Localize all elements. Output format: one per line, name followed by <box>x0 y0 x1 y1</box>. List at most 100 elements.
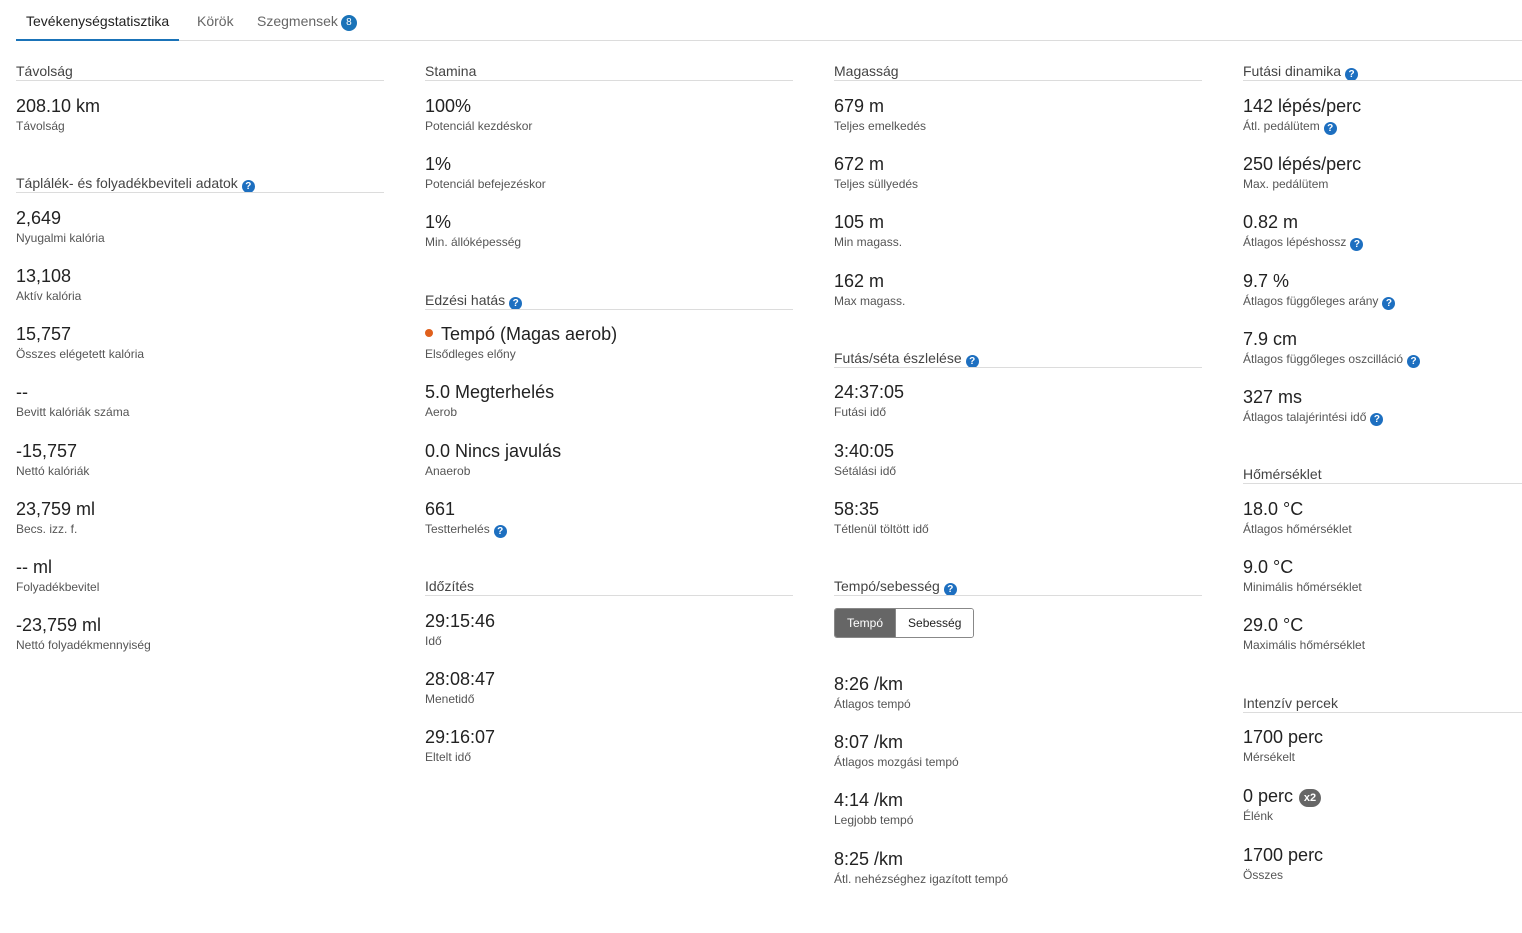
section-title-text: Táplálék- és folyadékbeviteli adatok <box>16 175 238 191</box>
stat-label: Átlagos hőmérséklet <box>1243 522 1352 536</box>
stat-label: Átl. nehézséghez igazított tempó <box>834 872 1009 886</box>
stat-primary-benefit: Tempó (Magas aerob) Elsődleges előny <box>425 323 617 362</box>
stat-value: 0 perc x2 <box>1243 785 1322 807</box>
stat-total-ascent: 679 m Teljes emelkedés <box>834 95 926 134</box>
stat-label: Min magass. <box>834 235 903 249</box>
section-divider <box>1243 80 1522 81</box>
stat-avg-pace: 8:26 /km Átlagos tempó <box>834 673 911 712</box>
stat-label: Testterhelés? <box>425 521 507 538</box>
stat-value: 142 lépés/perc <box>1243 96 1362 116</box>
stat-moving-time: 28:08:47 Menetidő <box>425 668 495 707</box>
pace-toggle-button[interactable]: Tempó <box>835 609 896 637</box>
stat-value: 0.82 m <box>1243 212 1299 232</box>
section-title-elevation: Magasság <box>834 63 899 79</box>
stat-label-text: Átlagos függőleges oszcilláció <box>1243 352 1404 366</box>
stat-value: 18.0 °C <box>1243 499 1304 519</box>
stat-label: Teljes süllyedés <box>834 177 919 191</box>
pace-speed-toggle: Tempó Sebesség <box>834 608 975 638</box>
stat-vigorous-minutes: 0 perc x2 Élénk <box>1243 785 1322 824</box>
stat-value: Tempó (Magas aerob) <box>425 323 617 345</box>
help-icon[interactable]: ? <box>1382 297 1396 310</box>
stat-time: 29:15:46 Idő <box>425 610 495 649</box>
stat-value: 58:35 <box>834 499 880 519</box>
section-title-text: Futás/séta észlelése <box>834 350 962 366</box>
section-divider <box>834 80 1202 81</box>
stat-avg-vertical-oscillation: 7.9 cm Átlagos függőleges oszcilláció? <box>1243 328 1421 368</box>
stat-label: Nyugalmi kalória <box>16 231 105 245</box>
stat-value: 100% <box>425 96 472 116</box>
help-icon[interactable]: ? <box>1370 413 1384 426</box>
stat-label: Aerob <box>425 405 458 419</box>
section-title-training-effect: Edzési hatás? <box>425 292 523 310</box>
tab-segments[interactable]: Szegmensek 8 <box>257 13 357 40</box>
stat-best-pace: 4:14 /km Legjobb tempó <box>834 789 913 828</box>
stat-max-temperature: 29.0 °C Maximális hőmérséklet <box>1243 614 1365 653</box>
stat-value: 5.0 Megterhelés <box>425 382 555 402</box>
stat-value: 13,108 <box>16 266 72 286</box>
stat-label: Becs. izz. f. <box>16 522 78 536</box>
stat-value: -- <box>16 382 28 402</box>
stat-total-minutes: 1700 perc Összes <box>1243 844 1323 883</box>
stat-value: 162 m <box>834 271 885 291</box>
stat-stamina-start: 100% Potenciál kezdéskor <box>425 95 532 134</box>
stat-value: 1% <box>425 154 452 174</box>
section-title-timing: Időzítés <box>425 578 475 594</box>
section-divider <box>834 367 1202 368</box>
stat-net-calories: -15,757 Nettó kalóriák <box>16 440 89 479</box>
training-benefit-dot-icon <box>425 329 433 337</box>
stat-training-load: 661 Testterhelés? <box>425 498 507 538</box>
stat-est-sweat-loss: 23,759 ml Becs. izz. f. <box>16 498 95 537</box>
stat-avg-temperature: 18.0 °C Átlagos hőmérséklet <box>1243 498 1352 537</box>
stat-value: 0.0 Nincs javulás <box>425 441 562 461</box>
stat-label: Távolság <box>16 119 65 133</box>
stat-value: 29.0 °C <box>1243 615 1304 635</box>
tab-bar: Tevékenységstatisztika Körök Szegmensek 8 <box>16 0 1522 41</box>
double-multiplier-badge: x2 <box>1299 789 1322 807</box>
help-icon[interactable]: ? <box>1323 122 1337 135</box>
stat-label-text: Átlagos lépéshossz <box>1243 235 1347 249</box>
stat-value: -- ml <box>16 557 52 577</box>
stat-value: 661 <box>425 499 456 519</box>
tab-label: Szegmensek <box>257 13 338 29</box>
stat-label: Tétlenül töltött idő <box>834 522 929 536</box>
stat-fluid-intake: -- ml Folyadékbevitel <box>16 556 99 595</box>
stat-value: 28:08:47 <box>425 669 496 689</box>
stat-value: 29:16:07 <box>425 727 496 747</box>
tab-label: Tevékenységstatisztika <box>26 13 170 29</box>
stat-value: 24:37:05 <box>834 382 905 402</box>
stat-label: Idő <box>425 634 442 648</box>
stat-walk-time: 3:40:05 Sétálási idő <box>834 440 896 479</box>
section-divider <box>1243 483 1522 484</box>
stat-label: Átlagos mozgási tempó <box>834 755 959 769</box>
stat-run-time: 24:37:05 Futási idő <box>834 381 904 420</box>
help-icon[interactable]: ? <box>493 525 507 538</box>
tab-laps[interactable]: Körök <box>197 13 234 40</box>
section-title-stamina: Stamina <box>425 63 477 79</box>
stat-value: 4:14 /km <box>834 790 904 810</box>
tab-activity-stats[interactable]: Tevékenységstatisztika <box>16 13 180 41</box>
stat-label: Átlagos lépéshossz? <box>1243 234 1364 251</box>
stat-distance: 208.10 km Távolság <box>16 95 100 134</box>
stat-value: -23,759 ml <box>16 615 102 635</box>
stat-stamina-min: 1% Min. állóképesség <box>425 211 521 250</box>
stat-label: Nettó folyadékmennyiség <box>16 638 151 652</box>
stat-grade-adjusted-pace: 8:25 /km Átl. nehézséghez igazított temp… <box>834 848 1008 887</box>
stat-value: 8:25 /km <box>834 849 904 869</box>
speed-toggle-button[interactable]: Sebesség <box>895 609 974 637</box>
stat-avg-cadence: 142 lépés/perc Átl. pedálütem? <box>1243 95 1361 135</box>
stat-label-text: Átl. pedálütem <box>1243 119 1320 133</box>
stat-min-temperature: 9.0 °C Minimális hőmérséklet <box>1243 556 1362 595</box>
stat-total-calories: 15,757 Összes elégetett kalória <box>16 323 144 362</box>
help-icon[interactable]: ? <box>1350 238 1364 251</box>
stat-value: 672 m <box>834 154 885 174</box>
section-title-running-dynamics: Futási dinamika? <box>1243 63 1359 81</box>
stat-value: 2,649 <box>16 208 62 228</box>
stat-value: 9.7 % <box>1243 271 1290 291</box>
stat-idle-time: 58:35 Tétlenül töltött idő <box>834 498 929 537</box>
stat-label: Futási idő <box>834 405 887 419</box>
stat-calories-consumed: -- Bevitt kalóriák száma <box>16 381 129 420</box>
stat-value-text: 0 perc <box>1243 786 1294 806</box>
help-icon[interactable]: ? <box>1407 355 1421 368</box>
tab-label: Körök <box>197 13 234 29</box>
stat-label: Maximális hőmérséklet <box>1243 638 1366 652</box>
